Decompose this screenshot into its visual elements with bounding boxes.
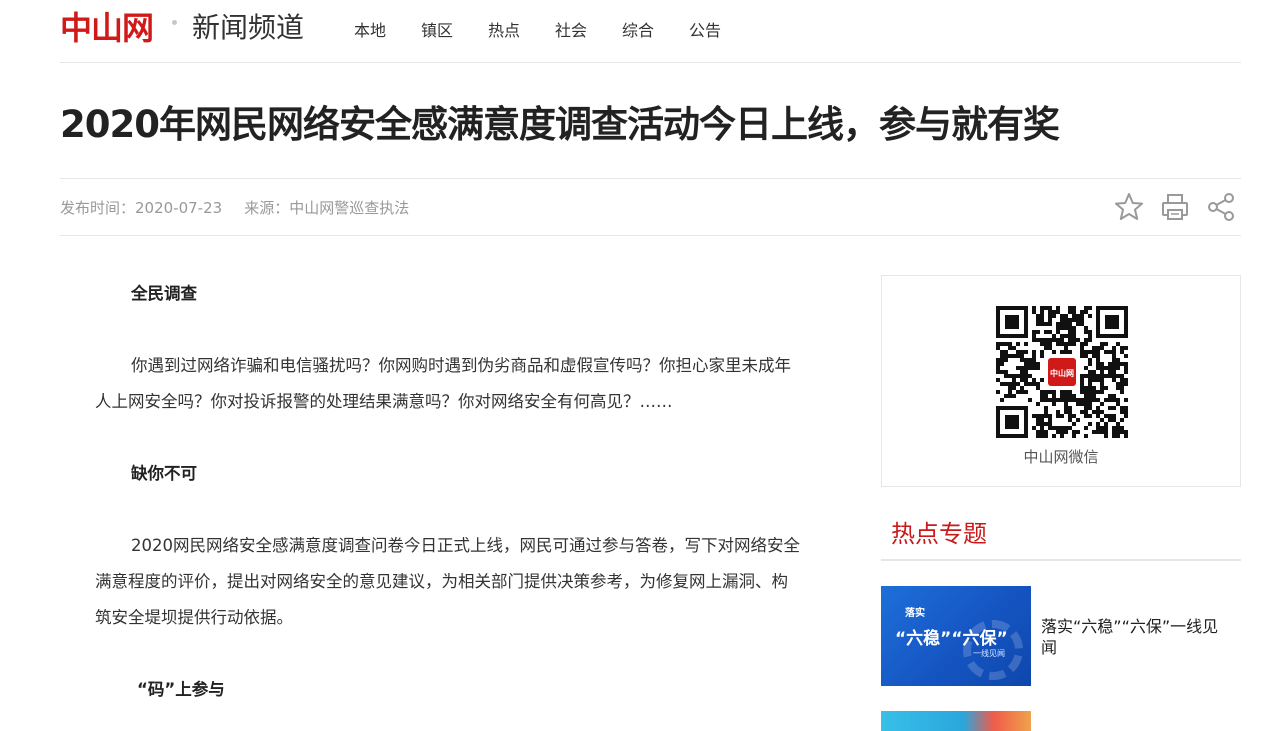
- channel-title[interactable]: 新闻频道: [192, 10, 304, 46]
- thumb-small-text: 落实: [905, 608, 925, 619]
- article-source: 来源：中山网警巡查执法: [244, 199, 410, 217]
- thumb-sub-text: 一线见闻: [973, 649, 1005, 658]
- nav-item-society[interactable]: 社会: [555, 20, 622, 42]
- hot-topic-item[interactable]: 落实 “六稳”“六保” 一线见闻 落实“六稳”“六保”一线见闻: [881, 586, 1241, 686]
- section-heading: 全民调查: [131, 284, 197, 303]
- nav-item-towns[interactable]: 镇区: [421, 20, 488, 42]
- qr-caption: 中山网微信: [1023, 448, 1099, 466]
- nav-item-notice[interactable]: 公告: [689, 20, 756, 42]
- qr-logo-text: 中山网: [1050, 368, 1074, 378]
- share-icon[interactable]: [1205, 191, 1237, 223]
- topic-link[interactable]: 落实“六稳”“六保”一线见闻: [1041, 616, 1231, 658]
- main-nav: 本地 镇区 热点 社会 综合 公告: [354, 20, 756, 42]
- section-heading: “码”上参与: [137, 680, 225, 699]
- site-logo[interactable]: 中山网: [60, 8, 154, 48]
- article-tools: [1099, 191, 1237, 223]
- section-heading: 缺你不可: [131, 464, 197, 483]
- article-meta: 发布时间：2020-07-23 来源：中山网警巡查执法: [60, 197, 409, 219]
- hot-topics-header: 热点专题: [881, 515, 1241, 561]
- wechat-qr-box: 中山网 中山网微信: [881, 275, 1241, 487]
- publish-time: 发布时间：2020-07-23: [60, 199, 223, 217]
- article-title: 2020年网民网络安全感满意度调查活动今日上线，参与就有奖: [60, 103, 1060, 146]
- print-icon[interactable]: [1159, 191, 1191, 223]
- qr-code: 中山网: [996, 306, 1128, 438]
- article-meta-bar: 发布时间：2020-07-23 来源：中山网警巡查执法: [60, 178, 1241, 236]
- hot-topics-title: 热点专题: [891, 520, 987, 548]
- thumb-big-text: “六稳”“六保”: [895, 629, 1008, 649]
- topic-thumbnail[interactable]: 落实 “六稳”“六保” 一线见闻: [881, 586, 1031, 686]
- nav-item-hot[interactable]: 热点: [488, 20, 555, 42]
- site-header: 中山网 新闻频道 本地 镇区 热点 社会 综合 公告: [60, 0, 1241, 63]
- logo-separator-dot: [172, 20, 177, 25]
- nav-item-local[interactable]: 本地: [354, 20, 421, 42]
- article-paragraph: 你遇到过网络诈骗和电信骚扰吗？你网购时遇到伪劣商品和虚假宣传吗？你担心家里未成年…: [95, 356, 791, 411]
- nav-item-general[interactable]: 综合: [622, 20, 689, 42]
- article-paragraph: 2020网民网络安全感满意度调查问卷今日正式上线，网民可通过参与答卷，写下对网络…: [95, 536, 800, 627]
- hot-topic-thumbnail-2[interactable]: [881, 711, 1031, 731]
- star-icon[interactable]: [1113, 191, 1145, 223]
